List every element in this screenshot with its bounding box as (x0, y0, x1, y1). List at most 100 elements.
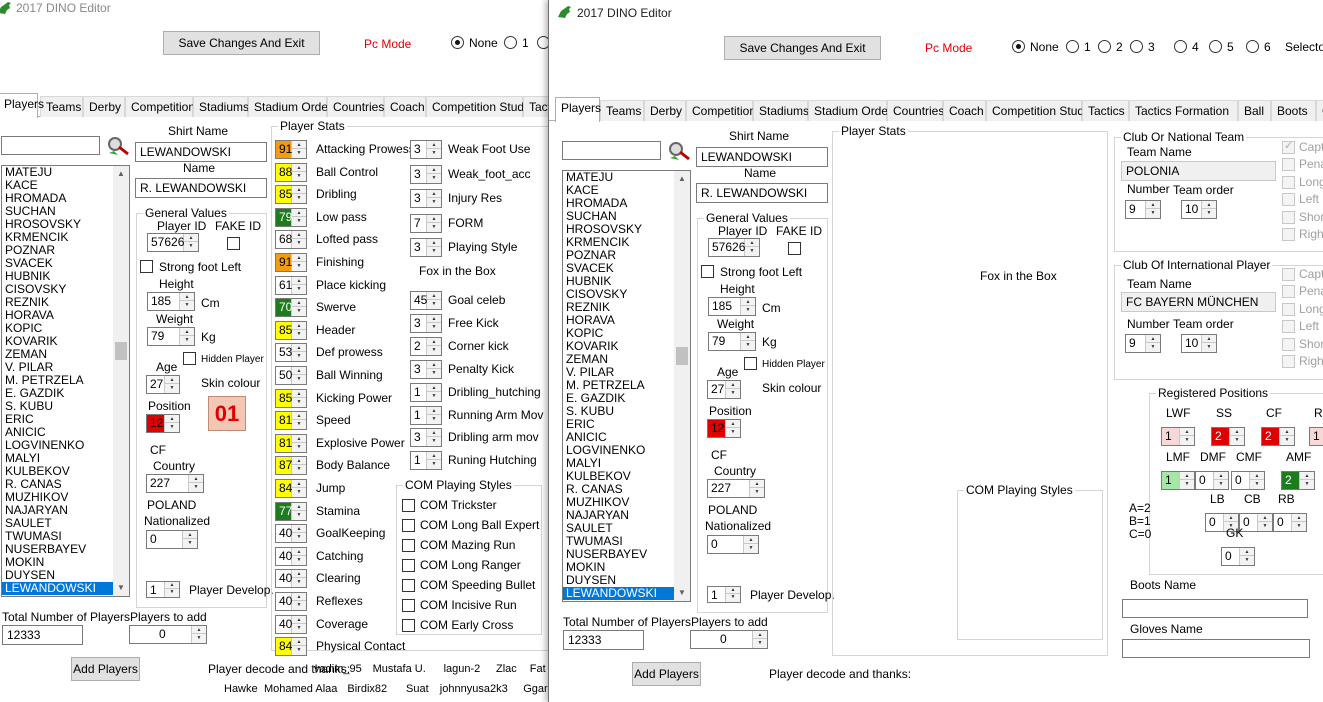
pc-mode-1-radio[interactable] (504, 36, 517, 49)
pc-mode-radio[interactable] (1098, 40, 1111, 53)
player-role-checkbox[interactable] (1282, 337, 1295, 351)
shirt-name-input[interactable]: LEWANDOWSKI (696, 147, 828, 167)
tab-players[interactable]: Players (0, 93, 44, 118)
stat-spinner[interactable]: 77 ▲ ▼ (275, 501, 307, 521)
stat-spinner[interactable]: 70 ▲ ▼ (275, 298, 307, 318)
stat-spinner[interactable]: 85 ▲ ▼ (275, 320, 307, 340)
pc-mode-radio[interactable] (1066, 40, 1079, 53)
motion-spinner[interactable]: 1 ▲ ▼ (410, 405, 442, 425)
com-style-checkbox[interactable] (402, 519, 415, 532)
nationalized-spinner[interactable]: 0 ▲ ▼ (707, 535, 759, 554)
player-id-spinner[interactable]: 57626 ▲ ▼ (147, 233, 199, 252)
boots-name-input[interactable] (1122, 599, 1308, 618)
player-role-checkbox[interactable] (1282, 228, 1295, 241)
player-search-input[interactable] (1, 136, 100, 155)
reg-position-spinner[interactable]: 0 ▲ ▼ (1273, 513, 1307, 532)
add-players-button[interactable]: Add Players (71, 657, 140, 681)
strong-foot-checkbox[interactable] (140, 260, 153, 273)
pc-mode-radio[interactable] (1246, 40, 1259, 53)
tab-boots[interactable]: Boots (1271, 100, 1316, 121)
pc-mode-2-radio[interactable] (537, 36, 548, 49)
player-search-input[interactable] (562, 141, 661, 160)
stat-spinner[interactable]: 81 ▲ ▼ (275, 411, 307, 431)
stat-spinner[interactable]: 84 ▲ ▼ (275, 479, 307, 498)
list-item[interactable]: LEWANDOWSKI (563, 587, 690, 600)
intl-team-name-input[interactable]: FC BAYERN MÜNCHEN (1121, 292, 1276, 312)
reg-position-spinner[interactable]: 2 ▲ ▼ (1281, 471, 1315, 490)
hidden-player-checkbox[interactable] (183, 352, 196, 365)
stat-spinner[interactable]: 88 ▲ ▼ (275, 162, 307, 182)
height-spinner[interactable]: 185 ▲ ▼ (708, 297, 756, 316)
list-item[interactable]: LEWANDOWSKI (2, 582, 129, 595)
player-role-checkbox[interactable] (1282, 285, 1295, 299)
reg-position-spinner[interactable]: 0 ▲ ▼ (1195, 471, 1229, 490)
com-style-checkbox[interactable] (402, 619, 415, 632)
search-icon[interactable] (106, 135, 132, 157)
players-to-add-spinner[interactable]: 0 ▲ ▼ (129, 625, 207, 644)
develop-spinner[interactable]: 1 ▲ ▼ (707, 586, 741, 603)
stat-spinner[interactable]: 85 ▲ ▼ (275, 185, 307, 205)
tab-competition-study[interactable]: Competition Study (426, 96, 530, 117)
tab-ball[interactable]: Ball (1238, 100, 1271, 121)
tab-countries[interactable]: Countries (327, 96, 384, 117)
scroll-up-icon[interactable]: ▲ (113, 166, 129, 182)
skin-colour-badge[interactable]: 01 (208, 396, 246, 431)
motion-spinner[interactable]: 3 ▲ ▼ (410, 428, 442, 448)
players-list[interactable]: MATEJU KACE HROMADA SUCHAN HROSOVSKY KRMENCIK… (562, 170, 691, 602)
pc-mode-radio[interactable] (1209, 40, 1222, 53)
scroll-up-icon[interactable]: ▲ (674, 171, 690, 187)
tab-countries[interactable]: Countries (887, 100, 944, 121)
stat-spinner[interactable]: 85 ▲ ▼ (275, 388, 307, 408)
fake-id-checkbox[interactable] (788, 242, 801, 255)
total-players-input[interactable]: 12333 (563, 630, 644, 650)
stat-spinner[interactable]: 40 ▲ ▼ (275, 569, 307, 589)
stat-spinner[interactable]: 40 ▲ ▼ (275, 546, 307, 566)
tab-derby[interactable]: Derby (644, 100, 686, 121)
player-role-checkbox[interactable] (1282, 158, 1295, 172)
fake-id-checkbox[interactable] (227, 237, 240, 250)
club-team-order-spinner[interactable]: 10 ▲ ▼ (1181, 200, 1217, 219)
tab-stadium-order[interactable]: Stadium Order (248, 96, 332, 117)
motion-spinner[interactable]: 45 ▲ ▼ (410, 291, 442, 310)
name-input[interactable]: R. LEWANDOWSKI (135, 178, 267, 198)
stat-spinner[interactable]: 50 ▲ ▼ (275, 366, 307, 385)
com-style-checkbox[interactable] (402, 499, 415, 512)
reg-position-spinner[interactable]: 2 ▲ ▼ (1211, 427, 1245, 446)
player-role-checkbox[interactable] (1282, 268, 1295, 281)
pc-mode-radio[interactable] (1174, 40, 1187, 53)
attribute-spinner[interactable]: 3 ▲ ▼ (410, 164, 442, 184)
player-role-checkbox[interactable] (1282, 139, 1295, 154)
weight-spinner[interactable]: 79 ▲ ▼ (147, 327, 195, 346)
players-to-add-spinner[interactable]: 0 ▲ ▼ (690, 630, 768, 649)
motion-spinner[interactable]: 3 ▲ ▼ (410, 359, 442, 379)
attribute-spinner[interactable]: 7 ▲ ▼ (410, 213, 442, 233)
stat-spinner[interactable]: 91 ▲ ▼ (275, 253, 307, 272)
intl-team-order-spinner[interactable]: 10 ▲ ▼ (1181, 334, 1217, 353)
add-players-button[interactable]: Add Players (632, 662, 701, 686)
tab-teams[interactable]: Teams (600, 100, 644, 121)
tab-stadium-order[interactable]: Stadium Order (808, 100, 892, 121)
players-list-scrollbar[interactable]: ▲ ▼ (113, 166, 129, 596)
stat-spinner[interactable]: 40 ▲ ▼ (275, 614, 307, 634)
motion-spinner[interactable]: 1 ▲ ▼ (410, 451, 442, 471)
height-spinner[interactable]: 185 ▲ ▼ (147, 292, 195, 311)
scroll-thumb[interactable] (676, 347, 688, 365)
nationalized-spinner[interactable]: 0 ▲ ▼ (146, 530, 198, 549)
attribute-spinner[interactable]: 3 ▲ ▼ (410, 238, 442, 258)
stat-spinner[interactable]: 61 ▲ ▼ (275, 275, 307, 295)
motion-spinner[interactable]: 1 ▲ ▼ (410, 382, 442, 402)
com-style-checkbox[interactable] (402, 539, 415, 552)
player-id-spinner[interactable]: 57626 ▲ ▼ (708, 238, 760, 257)
tab-coach[interactable]: Coach (384, 96, 426, 117)
tab-competition-study[interactable]: Competition Study (986, 100, 1090, 121)
player-role-checkbox[interactable] (1282, 193, 1295, 207)
tab-competition[interactable]: Competition (125, 96, 195, 117)
gloves-name-input[interactable] (1122, 639, 1310, 658)
scroll-down-icon[interactable]: ▼ (113, 580, 129, 596)
attribute-spinner[interactable]: 3 ▲ ▼ (410, 140, 442, 159)
tab-players[interactable]: Players (555, 97, 601, 122)
motion-spinner[interactable]: 3 ▲ ▼ (410, 313, 442, 333)
scroll-down-icon[interactable]: ▼ (674, 585, 690, 601)
players-list-scrollbar[interactable]: ▲ ▼ (674, 171, 690, 601)
age-spinner[interactable]: 27 ▲ ▼ (146, 375, 180, 394)
